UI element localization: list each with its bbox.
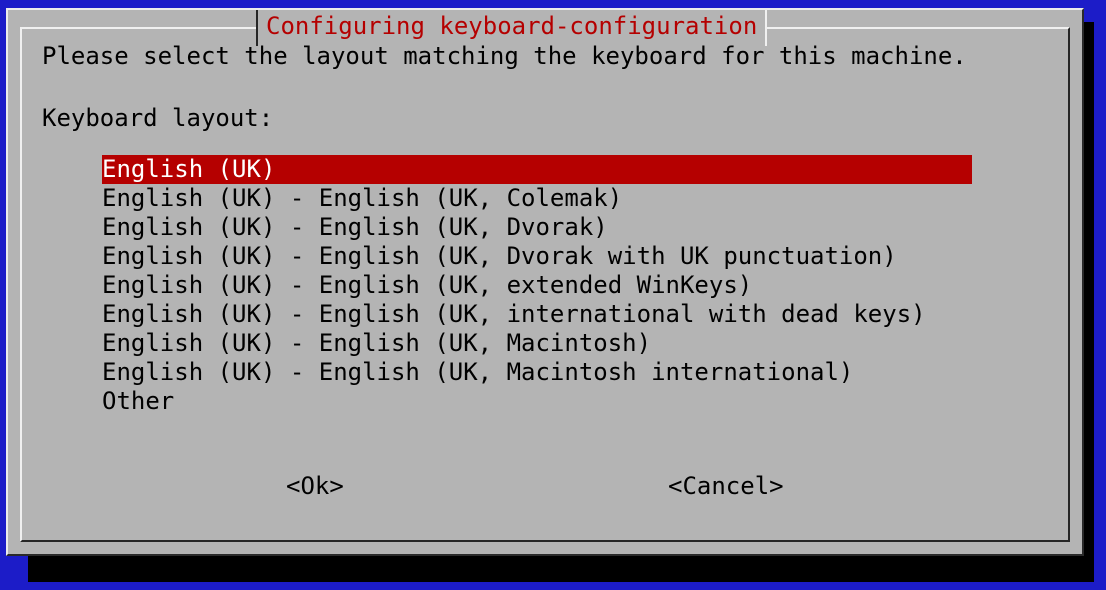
layout-option-english-uk-macintosh-international[interactable]: English (UK) - English (UK, Macintosh in… [102, 358, 972, 387]
layout-option-english-uk-colemak[interactable]: English (UK) - English (UK, Colemak) [102, 184, 972, 213]
keyboard-configuration-dialog: Configuring keyboard-configuration Pleas… [6, 8, 1084, 556]
layout-option-english-uk-macintosh[interactable]: English (UK) - English (UK, Macintosh) [102, 329, 972, 358]
layout-option-english-uk-dvorak-uk-punctuation[interactable]: English (UK) - English (UK, Dvorak with … [102, 242, 972, 271]
dialog-prompt: Please select the layout matching the ke… [42, 42, 967, 70]
layout-option-other[interactable]: Other [102, 387, 972, 416]
layout-option-english-uk-international-dead-keys[interactable]: English (UK) - English (UK, internationa… [102, 300, 972, 329]
keyboard-layout-label: Keyboard layout: [42, 104, 274, 132]
ok-button[interactable]: <Ok> [286, 472, 344, 501]
layout-option-english-uk[interactable]: English (UK) [102, 155, 972, 184]
cancel-button[interactable]: <Cancel> [668, 472, 784, 501]
layout-option-english-uk-extended-winkeys[interactable]: English (UK) - English (UK, extended Win… [102, 271, 972, 300]
dialog-title: Configuring keyboard-configuration [256, 10, 768, 46]
keyboard-layout-list[interactable]: English (UK) English (UK) - English (UK,… [102, 155, 972, 416]
layout-option-english-uk-dvorak[interactable]: English (UK) - English (UK, Dvorak) [102, 213, 972, 242]
